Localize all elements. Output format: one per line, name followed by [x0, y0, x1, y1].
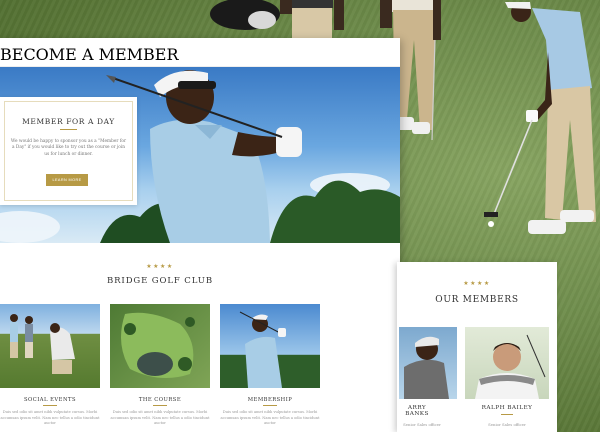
club-stars-icon: ★★★★ — [146, 263, 174, 270]
member-divider — [501, 414, 513, 415]
members-stars-icon: ★★★★ — [463, 280, 491, 287]
feature-divider — [263, 405, 277, 406]
members-title: OUR MEMBERS — [435, 295, 519, 305]
social-events-image — [0, 304, 100, 388]
member-role-1: Senior Sales officer — [403, 422, 441, 427]
card-divider — [60, 129, 77, 130]
feature-divider — [43, 405, 57, 406]
feature-title-social-events: SOCIAL EVENTS — [23, 397, 77, 403]
our-members-panel: ★★★★ OUR MEMBERS ARRY BANKS RALPH BAILEY… — [397, 262, 557, 432]
member-name-2: RALPH BAILEY — [481, 405, 533, 411]
card-title: MEMBER FOR A DAY — [22, 117, 115, 126]
club-title: BRIDGE GOLF CLUB — [106, 276, 213, 286]
membership-image — [220, 304, 320, 388]
card-text: We would be happy to sponsor you as a "M… — [10, 139, 127, 157]
member-photo-1 — [399, 327, 457, 399]
feature-title-membership: MEMBERSHIP — [247, 397, 293, 403]
feature-text-the-course: Duis sed odio sit amet nibh vulputate cu… — [110, 410, 210, 425]
feature-text-social-events: Duis sed odio sit amet nibh vulputate cu… — [0, 410, 100, 425]
learn-more-button[interactable]: LEARN MORE — [46, 174, 88, 186]
feature-divider — [153, 405, 167, 406]
feature-title-the-course: THE COURSE — [138, 397, 182, 403]
the-course-image — [110, 304, 210, 388]
member-role-2: Senior Sales officer — [488, 422, 526, 427]
become-member-button[interactable]: BECOME A MEMBER — [0, 45, 400, 64]
member-name-1: ARRY BANKS — [405, 405, 429, 417]
member-for-a-day-card: MEMBER FOR A DAY We would be happy to sp… — [0, 97, 137, 205]
feature-text-membership: Duis sed odio sit amet nibh vulputate cu… — [220, 410, 320, 425]
member-photo-2 — [465, 327, 549, 399]
